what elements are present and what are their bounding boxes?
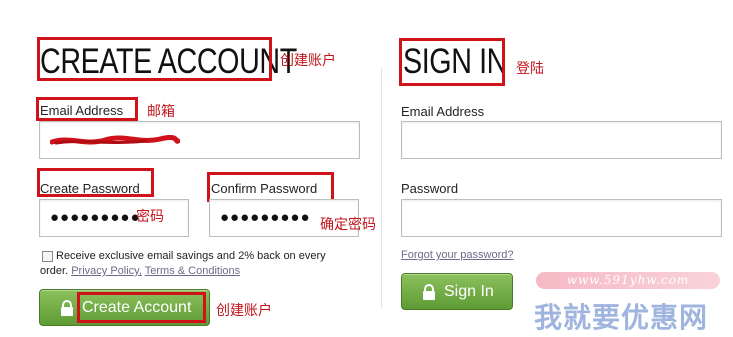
sign-in-button-label: Sign In [444,282,494,300]
highlight-box [37,168,154,197]
forgot-password-link[interactable]: Forgot your password? [401,249,514,261]
lock-icon [423,283,435,300]
signin-password-label: Password [401,181,459,196]
sign-in-button[interactable]: Sign In [401,273,513,310]
password-dots: ●●●●●●●●● [50,209,141,226]
highlight-box [207,172,334,202]
highlight-box [399,38,505,86]
sign-in-annotation: 登陆 [516,61,544,77]
create-email-field[interactable] [39,121,360,159]
optin-text: Receive exclusive email savings and 2% b… [56,250,326,262]
optin-order-text: order. [40,265,69,277]
lock-icon [61,299,73,316]
password-dots: ●●●●●●●●● [220,209,311,226]
privacy-policy-link[interactable]: Privacy Policy, [71,265,142,277]
watermark-brand: 我就要优惠网 [534,301,709,334]
create-button-annotation: 创建账户 [216,303,272,319]
optin-text-line2: order. Privacy Policy, Terms & Condition… [40,264,240,279]
highlight-box [77,292,206,323]
highlight-box [37,37,272,81]
signin-password-field[interactable] [401,199,722,237]
signin-email-label: Email Address [401,104,485,119]
redacted-scribble [50,135,180,145]
highlight-box [36,97,138,121]
terms-link[interactable]: Terms & Conditions [145,265,240,277]
email-annotation: 邮箱 [147,104,175,120]
watermark-url: www.591yhw.com [536,272,720,289]
column-divider [381,68,382,308]
signin-email-field[interactable] [401,121,722,159]
password-annotation: 密码 [136,209,164,225]
confirm-annotation: 确定密码 [320,217,376,233]
optin-checkbox[interactable] [42,251,53,262]
create-heading-annotation: 创建账户 [280,53,336,69]
create-password-field[interactable]: ●●●●●●●●● [39,199,189,237]
